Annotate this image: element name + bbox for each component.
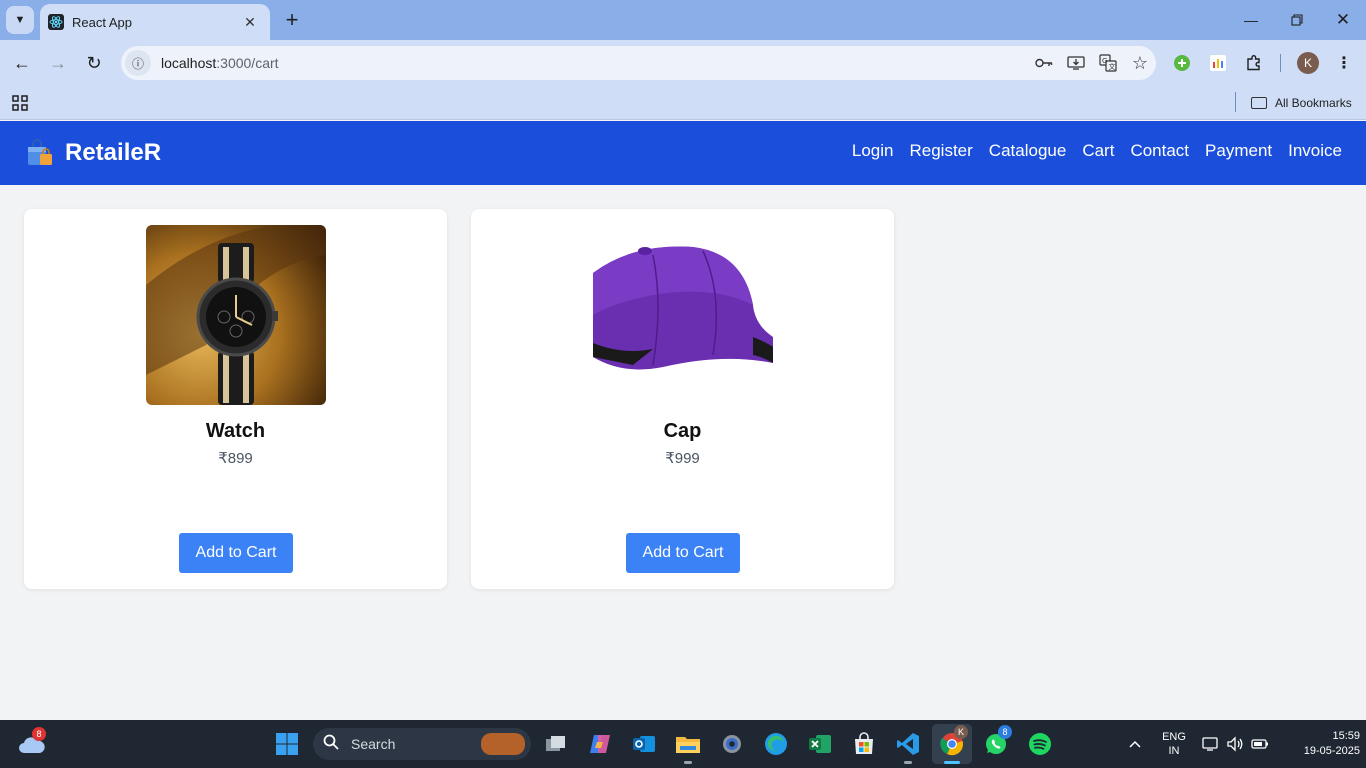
search-icon xyxy=(323,734,339,755)
bookmark-star-icon[interactable]: ☆ xyxy=(1124,49,1156,77)
add-to-cart-button[interactable]: Add to Cart xyxy=(179,533,293,573)
address-bar[interactable]: ⓘ localhost:3000/cart G文 ☆ xyxy=(121,46,1156,80)
battery-icon[interactable] xyxy=(1249,728,1271,760)
back-button[interactable]: ← xyxy=(8,49,36,77)
extension-green-plus-icon[interactable] xyxy=(1171,52,1193,74)
search-highlight-icon xyxy=(481,733,525,755)
language-code: ENG xyxy=(1162,731,1186,743)
tab-close-icon[interactable]: ✕ xyxy=(240,12,260,32)
weather-icon[interactable]: 8 xyxy=(16,727,48,760)
edge-icon[interactable] xyxy=(760,728,792,760)
excel-icon[interactable] xyxy=(804,728,836,760)
volume-icon[interactable] xyxy=(1224,728,1246,760)
clock-date: 19-05-2025 xyxy=(1303,745,1360,757)
nav-invoice[interactable]: Invoice xyxy=(1288,141,1342,161)
store-icon[interactable] xyxy=(848,728,880,760)
forward-button[interactable]: → xyxy=(44,49,72,77)
vscode-running-indicator xyxy=(904,761,912,764)
language-indicator[interactable]: ENG IN xyxy=(1156,730,1192,758)
profile-avatar[interactable]: K xyxy=(1297,52,1319,74)
language-region: IN xyxy=(1168,745,1180,757)
password-key-icon[interactable] xyxy=(1028,49,1060,77)
product-name: Watch xyxy=(205,420,266,442)
url-text[interactable]: localhost:3000/cart xyxy=(161,55,1028,71)
nav-login[interactable]: Login xyxy=(852,141,894,161)
extension-chart-icon[interactable] xyxy=(1207,52,1229,74)
product-price: ₹999 xyxy=(665,450,700,467)
browser-menu-icon[interactable]: ⋮ xyxy=(1334,52,1354,74)
whatsapp-badge: 8 xyxy=(998,725,1012,739)
taskbar-search-box[interactable]: Search xyxy=(313,728,531,760)
react-favicon-icon xyxy=(48,14,64,30)
whatsapp-icon[interactable]: 8 xyxy=(980,725,1012,760)
product-price: ₹899 xyxy=(218,450,253,467)
new-tab-button[interactable]: + xyxy=(280,7,304,32)
chrome-profile-badge: K xyxy=(954,725,968,739)
weather-badge: 8 xyxy=(32,727,46,741)
nav-contact[interactable]: Contact xyxy=(1130,141,1189,161)
all-bookmarks-button[interactable]: All Bookmarks xyxy=(1251,92,1352,114)
browser-tab[interactable]: React App ✕ xyxy=(40,4,270,40)
nav-catalogue[interactable]: Catalogue xyxy=(989,141,1067,161)
product-card: Cap ₹999 Add to Cart xyxy=(471,209,894,589)
add-to-cart-button[interactable]: Add to Cart xyxy=(626,533,740,573)
brand-name: RetaileR xyxy=(65,139,162,166)
taskbar-search-label: Search xyxy=(351,736,396,752)
site-info-icon[interactable]: ⓘ xyxy=(125,50,151,76)
chevron-down-icon: ▼ xyxy=(14,14,26,26)
browser-tabstrip: ▼ React App ✕ + — ✕ xyxy=(0,0,1366,40)
brand[interactable]: RetaileR xyxy=(27,139,161,167)
main-nav: Login Register Catalogue Cart Contact Pa… xyxy=(836,141,1342,161)
restore-button[interactable] xyxy=(1274,0,1320,40)
url-host: localhost xyxy=(161,55,217,71)
tab-search-button[interactable]: ▼ xyxy=(6,6,34,34)
watch-image xyxy=(146,225,326,405)
nav-cart[interactable]: Cart xyxy=(1082,141,1114,161)
explorer-running-indicator xyxy=(684,761,692,764)
product-card: Watch ₹899 Add to Cart xyxy=(24,209,447,589)
nav-payment[interactable]: Payment xyxy=(1205,141,1272,161)
cap-image xyxy=(593,225,773,405)
all-bookmarks-label: All Bookmarks xyxy=(1275,96,1352,110)
clock-time: 15:59 xyxy=(1332,730,1360,742)
url-path: :3000/cart xyxy=(216,55,279,71)
copilot-icon[interactable] xyxy=(584,728,616,760)
shopping-bag-logo-icon xyxy=(27,139,53,167)
file-explorer-icon[interactable] xyxy=(672,728,704,760)
settings-icon[interactable] xyxy=(716,728,748,760)
apps-grid-icon[interactable] xyxy=(11,94,29,112)
toolbar-separator xyxy=(1280,54,1281,72)
svg-text:G: G xyxy=(1102,57,1107,65)
vscode-icon[interactable] xyxy=(892,728,924,760)
tab-title: React App xyxy=(72,14,132,30)
windows-start-icon[interactable] xyxy=(271,728,303,760)
spotify-icon[interactable] xyxy=(1024,728,1056,760)
chrome-active-indicator xyxy=(944,761,960,764)
bookmarks-bar: All Bookmarks xyxy=(0,86,1366,120)
system-clock[interactable]: 15:59 19-05-2025 xyxy=(1300,729,1360,759)
minimize-button[interactable]: — xyxy=(1228,0,1274,40)
extensions-puzzle-icon[interactable] xyxy=(1243,52,1265,74)
show-hidden-icons-chevron-icon[interactable] xyxy=(1120,728,1150,760)
bookmarks-separator xyxy=(1235,92,1236,112)
chrome-icon[interactable]: K xyxy=(936,725,968,760)
nav-register[interactable]: Register xyxy=(909,141,972,161)
product-name: Cap xyxy=(663,420,702,442)
reload-button[interactable]: ↻ xyxy=(80,49,108,77)
outlook-icon[interactable] xyxy=(628,728,660,760)
install-app-icon[interactable] xyxy=(1060,49,1092,77)
svg-text:文: 文 xyxy=(1109,62,1116,71)
folder-icon xyxy=(1251,97,1267,109)
translate-icon[interactable]: G文 xyxy=(1092,49,1124,77)
task-view-icon[interactable] xyxy=(540,728,572,760)
network-icon[interactable] xyxy=(1200,728,1222,760)
app-navbar: RetaileR Login Register Catalogue Cart C… xyxy=(0,121,1366,185)
close-window-button[interactable]: ✕ xyxy=(1320,0,1366,40)
browser-toolbar: ← → ↻ ⓘ localhost:3000/cart G文 ☆ K ⋮ xyxy=(0,40,1366,86)
windows-taskbar: 8 Search K 8 ENG IN xyxy=(0,720,1366,768)
